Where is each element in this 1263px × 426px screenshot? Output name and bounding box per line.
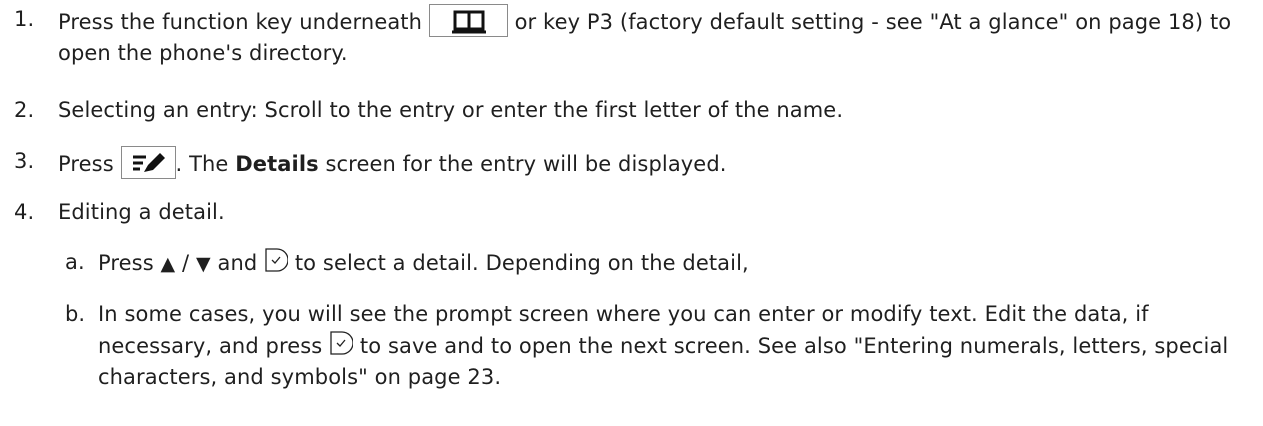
step-text: Press the function key underneath or key… [58, 4, 1253, 69]
step-4a-text-post: to select a detail. Depending on the det… [288, 251, 749, 275]
details-label: Details [235, 152, 319, 176]
step-1-text-pre: Press the function key underneath [58, 10, 429, 34]
step-4a-text-pre: Press [98, 251, 161, 275]
step-number: 4. [14, 200, 35, 224]
down-arrow-icon: ▼ [196, 253, 211, 275]
step-letter: b. [65, 302, 86, 326]
step-text: Editing a detail. [58, 200, 225, 224]
edit-details-icon [120, 146, 176, 179]
step-text: Selecting an entry: Scroll to the entry … [58, 98, 844, 122]
step-letter: a. [65, 250, 85, 274]
step-text: Press . The Details screen for the entry… [58, 146, 1253, 180]
ok-check-icon [265, 248, 289, 272]
slash: / [175, 251, 196, 275]
step-text: In some cases, you will see the prompt s… [98, 299, 1259, 393]
step-number: 3. [14, 149, 35, 173]
step-3-text-post: screen for the entry will be displayed. [318, 152, 727, 176]
step-4a-text-mid: and [210, 251, 265, 275]
ok-check-icon [330, 331, 354, 355]
book-icon [428, 4, 508, 37]
step-text: Press ▲ / ▼ and to select a detail. Depe… [98, 247, 1259, 280]
step-number: 1. [14, 7, 35, 31]
step-number: 2. [14, 98, 35, 122]
step-3-text-mid: . The [175, 152, 236, 176]
step-3-text-pre: Press [58, 152, 121, 176]
up-arrow-icon: ▲ [160, 253, 176, 275]
